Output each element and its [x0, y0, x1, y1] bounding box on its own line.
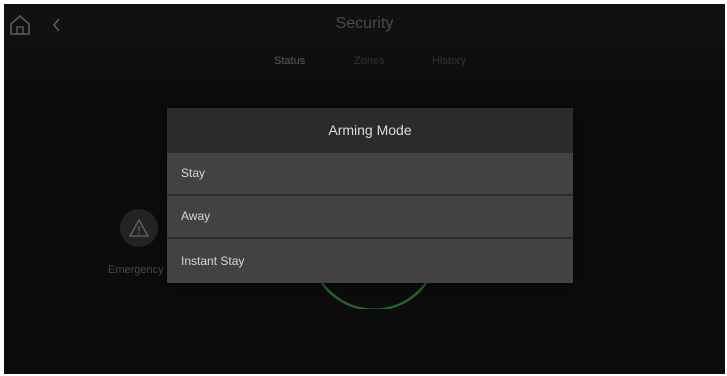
option-label: Stay	[181, 166, 206, 180]
option-label: Instant Stay	[181, 254, 245, 268]
option-away[interactable]: Away	[167, 196, 573, 237]
dialog-title: Arming Mode	[167, 108, 573, 152]
option-instant-stay[interactable]: Instant Stay	[167, 239, 573, 283]
option-stay[interactable]: Stay	[167, 153, 573, 194]
arming-mode-dialog: Arming Mode Stay Away Instant Stay	[167, 108, 573, 283]
security-screen: Security Status Zones History Emergency …	[4, 4, 725, 374]
option-label: Away	[181, 209, 211, 223]
